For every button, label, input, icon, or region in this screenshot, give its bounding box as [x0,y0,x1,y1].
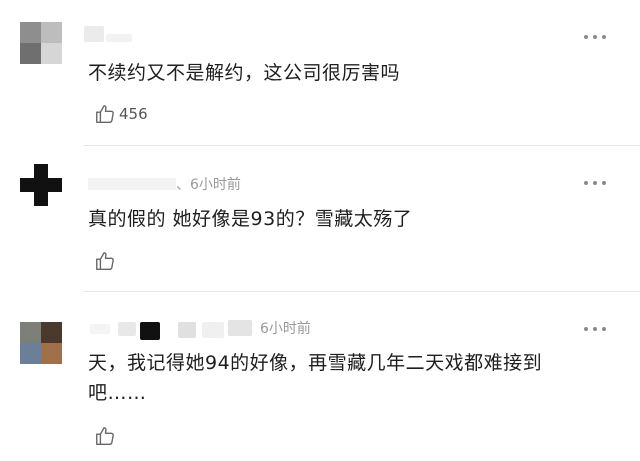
like-button[interactable] [94,425,119,447]
avatar-pixel [41,322,62,343]
avatar-pixel [41,22,62,43]
comment-text: 真的假的 她好像是93的？雪藏太殇了 [88,208,413,230]
avatar-pixel [20,178,62,192]
comment-text: 天，我记得她94的好像，再雪藏几年二天戏都难接到吧…… [88,352,543,404]
avatar[interactable] [20,22,62,64]
username-blurred[interactable] [88,178,176,190]
like-button[interactable]: 456 [94,103,148,125]
username-blurred [178,322,196,338]
username-blurred [228,320,252,336]
avatar-pixel [41,43,62,64]
avatar-pixel [41,343,62,364]
avatar-pixel [20,343,41,364]
like-count: 456 [119,105,148,123]
comment-item: 6小时前 天，我记得她94的好像，再雪藏几年二天戏都难接到吧…… [0,292,640,461]
username-blurred[interactable] [84,26,104,42]
comment-timestamp: 6小时前 [260,321,311,337]
thumbs-up-icon [96,105,114,123]
username-blurred [118,322,136,336]
more-options-icon[interactable] [584,326,606,332]
comment-list: 不续约又不是解约，这公司很厉害吗 456 、6小时前 真的假的 她好像是93的？… [0,0,640,461]
more-options-icon[interactable] [584,34,606,40]
thumbs-up-icon [96,427,114,445]
avatar-pixel [20,43,41,64]
avatar[interactable] [20,164,62,206]
avatar-pixel [20,22,41,43]
thumbs-up-icon [96,252,114,270]
avatar[interactable] [20,322,62,364]
comment-item: 不续约又不是解约，这公司很厉害吗 456 [0,0,640,146]
like-button[interactable] [94,250,119,272]
username-blurred[interactable] [90,324,110,334]
comment-timestamp: 、6小时前 [176,177,241,193]
username-blurred [106,34,132,42]
comment-item: 、6小时前 真的假的 她好像是93的？雪藏太殇了 [0,146,640,292]
more-options-icon[interactable] [584,180,606,186]
username-blurred [140,322,160,340]
comment-text: 不续约又不是解约，这公司很厉害吗 [88,62,401,84]
username-blurred [202,322,224,338]
avatar-pixel [20,322,41,343]
